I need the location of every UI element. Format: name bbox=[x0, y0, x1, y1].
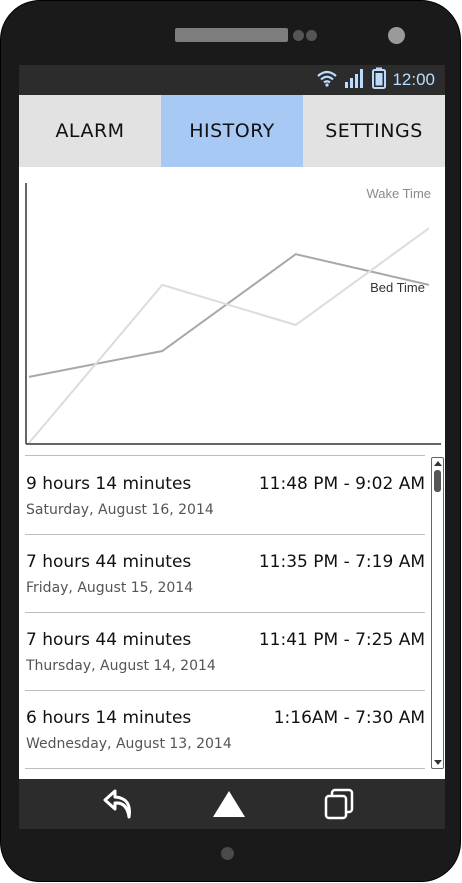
scroll-up-icon[interactable] bbox=[434, 461, 442, 466]
home-icon bbox=[213, 791, 245, 817]
recent-apps-icon bbox=[324, 788, 354, 820]
status-icons: 12:00 bbox=[316, 67, 435, 93]
list-item[interactable]: 9 hours 14 minutes 11:48 PM - 9:02 AM Sa… bbox=[25, 456, 425, 535]
sleep-date: Friday, August 15, 2014 bbox=[26, 580, 194, 596]
sleep-duration: 7 hours 44 minutes bbox=[26, 630, 192, 650]
back-icon bbox=[103, 789, 131, 819]
recent-apps-button[interactable] bbox=[319, 785, 359, 823]
sleep-date: Wednesday, August 13, 2014 bbox=[26, 736, 232, 752]
home-button-dot[interactable] bbox=[221, 847, 234, 860]
sleep-duration: 7 hours 44 minutes bbox=[26, 552, 192, 572]
tab-history[interactable]: HISTORY bbox=[161, 95, 303, 167]
series-line-wake-time bbox=[28, 227, 430, 444]
sleep-date: Saturday, August 16, 2014 bbox=[26, 502, 214, 518]
battery-icon bbox=[372, 67, 387, 93]
proximity-sensor bbox=[388, 27, 405, 44]
navigation-bar bbox=[19, 779, 445, 829]
history-list: 9 hours 14 minutes 11:48 PM - 9:02 AM Sa… bbox=[19, 455, 445, 771]
list-scrollbar[interactable] bbox=[431, 457, 444, 769]
tab-settings[interactable]: SETTINGS bbox=[303, 95, 445, 167]
bed-time-label: Bed Time bbox=[370, 280, 425, 295]
sleep-chart-svg: Wake Time Bed Time bbox=[25, 183, 441, 445]
screen: 12:00 ALARM HISTORY SETTINGS Wake Time B… bbox=[19, 65, 445, 829]
sleep-time-range: 11:41 PM - 7:25 AM bbox=[258, 630, 425, 650]
sleep-time-range: 1:16AM - 7:30 AM bbox=[273, 708, 425, 728]
scrollbar-thumb[interactable] bbox=[434, 470, 441, 492]
scroll-down-icon[interactable] bbox=[434, 760, 442, 765]
sleep-date: Thursday, August 14, 2014 bbox=[26, 658, 216, 674]
wifi-icon bbox=[316, 69, 338, 91]
sleep-duration: 9 hours 14 minutes bbox=[26, 474, 192, 494]
front-camera bbox=[293, 30, 304, 41]
phone-frame: 12:00 ALARM HISTORY SETTINGS Wake Time B… bbox=[0, 0, 461, 882]
sleep-time-range: 11:48 PM - 9:02 AM bbox=[258, 474, 425, 494]
signal-icon bbox=[344, 68, 366, 92]
tab-alarm[interactable]: ALARM bbox=[19, 95, 161, 167]
speaker-grille bbox=[175, 28, 288, 42]
status-bar: 12:00 bbox=[19, 65, 445, 95]
home-button[interactable] bbox=[209, 785, 249, 823]
tab-bar: ALARM HISTORY SETTINGS bbox=[19, 95, 445, 167]
list-item[interactable]: 7 hours 44 minutes 11:41 PM - 7:25 AM Th… bbox=[25, 612, 425, 691]
back-button[interactable] bbox=[99, 785, 139, 823]
front-camera-secondary bbox=[306, 30, 317, 41]
status-clock: 12:00 bbox=[392, 70, 435, 89]
sleep-duration: 6 hours 14 minutes bbox=[26, 708, 192, 728]
sleep-time-range: 11:35 PM - 7:19 AM bbox=[258, 552, 425, 572]
sleep-chart: Wake Time Bed Time bbox=[19, 167, 445, 457]
wake-time-label: Wake Time bbox=[366, 186, 431, 201]
list-item[interactable]: 6 hours 14 minutes 1:16AM - 7:30 AM Wedn… bbox=[25, 690, 425, 769]
list-item[interactable]: 7 hours 44 minutes 11:35 PM - 7:19 AM Fr… bbox=[25, 534, 425, 613]
